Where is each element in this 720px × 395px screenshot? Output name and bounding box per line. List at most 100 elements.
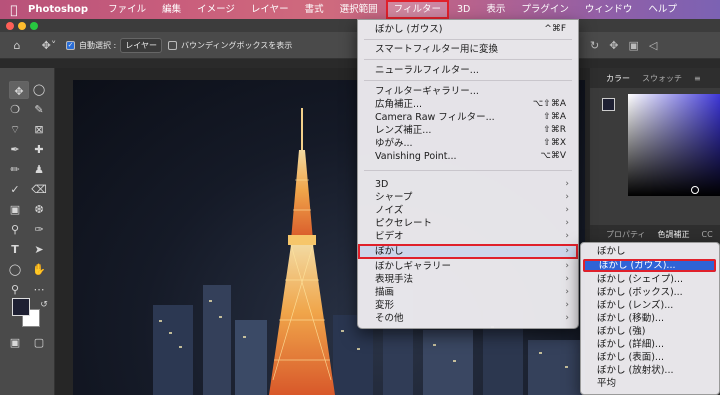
menu-item-neural-filter[interactable]: ニューラルフィルター... <box>358 64 578 77</box>
menu-item-label: 広角補正... <box>375 99 423 110</box>
menu-item-lens-correction[interactable]: レンズ補正... ⇧⌘R <box>358 124 578 137</box>
tab-color[interactable]: カラー <box>600 73 636 84</box>
submenu-blur[interactable]: ぼかし › <box>358 244 578 259</box>
pan-3d-icon[interactable]: ✥ <box>609 39 618 52</box>
menu-layer[interactable]: レイヤー <box>243 0 297 19</box>
gaussian-blur-item[interactable]: ぼかし (ガウス)... <box>583 259 716 272</box>
menu-plugins[interactable]: プラグイン <box>513 0 577 19</box>
frame-tool-icon[interactable]: ⊠ <box>29 121 49 139</box>
menu-type[interactable]: 書式 <box>297 0 332 19</box>
chevron-right-icon: › <box>565 300 569 310</box>
brush-tool-icon[interactable]: ✏ <box>5 161 25 179</box>
submenu-render[interactable]: 描画 › <box>358 286 578 299</box>
zoom-window-button[interactable] <box>30 22 38 30</box>
move-tool-icon[interactable]: ✥ <box>9 81 29 99</box>
auto-select-dropdown[interactable]: レイヤー <box>120 37 163 53</box>
type-tool-icon[interactable]: T <box>5 241 25 259</box>
marquee-tool-icon[interactable]: ◯ <box>29 81 49 99</box>
menu-bar:  Photoshop ファイル 編集 イメージ レイヤー 書式 選択範囲 フィ… <box>0 0 720 19</box>
quick-mask-icon[interactable]: ▣ <box>5 334 25 352</box>
pen-tool-icon[interactable]: ✑ <box>29 221 49 239</box>
zoom-tool-icon[interactable]: ⚲ <box>5 281 25 299</box>
menu-item-filter-gallery[interactable]: フィルターギャラリー... <box>358 85 578 98</box>
menu-separator <box>364 59 572 60</box>
color-picker-field[interactable] <box>628 94 720 196</box>
menu-image[interactable]: イメージ <box>189 0 243 19</box>
dodge-tool-icon[interactable]: ⚲ <box>5 221 25 239</box>
auto-select-checkbox[interactable]: ✓ <box>66 40 75 50</box>
submenu-pixelate[interactable]: ピクセレート › <box>358 217 578 230</box>
menu-help[interactable]: ヘルプ <box>640 0 685 19</box>
radial-blur-item[interactable]: ぼかし (放射状)... <box>581 364 719 377</box>
submenu-distort[interactable]: 変形 › <box>358 299 578 312</box>
box-blur-item[interactable]: ぼかし (ボックス)... <box>581 286 719 299</box>
tab-cc[interactable]: CC <box>696 230 719 239</box>
app-name-menu[interactable]: Photoshop <box>28 4 88 15</box>
path-select-tool-icon[interactable]: ➤ <box>29 241 49 259</box>
menu-edit[interactable]: 編集 <box>154 0 189 19</box>
slide-3d-icon[interactable]: ◁ <box>649 39 657 52</box>
home-icon[interactable]: ⌂ <box>6 39 28 52</box>
submenu-noise[interactable]: ノイズ › <box>358 204 578 217</box>
submenu-video[interactable]: ビデオ › <box>358 230 578 243</box>
menu-item-shortcut: ⇧⌘X <box>543 138 566 148</box>
move-tool-preset-icon[interactable]: ✥˅ <box>38 39 60 52</box>
screen-mode-icon[interactable]: ▢ <box>29 334 49 352</box>
blur-tool-icon[interactable]: ❆ <box>29 201 49 219</box>
menu-file[interactable]: ファイル <box>100 0 154 19</box>
shape-blur-item[interactable]: ぼかし (シェイプ)... <box>581 273 719 286</box>
menu-item-camera-raw[interactable]: Camera Raw フィルター... ⇧⌘A <box>358 111 578 124</box>
lens-blur-item[interactable]: ぼかし (レンズ)... <box>581 299 719 312</box>
hand-tool-icon[interactable]: ✋ <box>29 261 49 279</box>
tab-swatches[interactable]: スウォッチ <box>636 73 688 84</box>
quick-select-tool-icon[interactable]: ✎ <box>29 101 49 119</box>
blur-item[interactable]: ぼかし <box>581 245 719 258</box>
menu-item-label: その他 <box>375 313 404 324</box>
lasso-tool-icon[interactable]: ❍ <box>5 101 25 119</box>
menu-item-label: ビデオ <box>375 231 404 242</box>
panel-fg-color-swatch[interactable] <box>602 98 615 111</box>
auto-select-label: 自動選択 : <box>79 40 117 50</box>
menu-3d[interactable]: 3D <box>449 0 478 19</box>
foreground-color-swatch[interactable] <box>12 298 30 316</box>
history-brush-tool-icon[interactable]: ✓ <box>5 181 25 199</box>
chevron-right-icon: › <box>565 179 569 189</box>
menu-item-smart-filter[interactable]: スマートフィルター用に変換 <box>358 43 578 56</box>
motion-blur-item[interactable]: ぼかし (移動)... <box>581 312 719 325</box>
smart-blur-item[interactable]: ぼかし (詳細)... <box>581 338 719 351</box>
healing-tool-icon[interactable]: ✚ <box>29 141 49 159</box>
menu-select[interactable]: 選択範囲 <box>332 0 386 19</box>
menu-window[interactable]: ウィンドウ <box>577 0 641 19</box>
eraser-tool-icon[interactable]: ⌫ <box>29 181 49 199</box>
minimize-window-button[interactable] <box>18 22 26 30</box>
gradient-tool-icon[interactable]: ▣ <box>5 201 25 219</box>
blur-more-item[interactable]: ぼかし (強) <box>581 325 719 338</box>
menu-item-adaptive-wide-angle[interactable]: 広角補正... ⌥⇧⌘A <box>358 98 578 111</box>
menu-item-last-filter[interactable]: ぼかし (ガウス) ^⌘F <box>358 23 578 36</box>
panel-menu-icon[interactable]: ≡ <box>688 74 707 83</box>
camera-3d-icon[interactable]: ▣ <box>628 39 638 52</box>
close-window-button[interactable] <box>6 22 14 30</box>
average-item[interactable]: 平均 <box>581 377 719 390</box>
stamp-tool-icon[interactable]: ♟ <box>29 161 49 179</box>
menu-view[interactable]: 表示 <box>478 0 513 19</box>
color-picker-handle[interactable] <box>691 186 699 194</box>
submenu-sharpen[interactable]: シャープ › <box>358 191 578 204</box>
tab-properties[interactable]: プロパティ <box>600 229 652 240</box>
bounding-box-checkbox[interactable] <box>168 40 178 50</box>
menu-item-liquify[interactable]: ゆがみ... ⇧⌘X <box>358 137 578 150</box>
shape-tool-icon[interactable]: ◯ <box>5 261 25 279</box>
eyedropper-tool-icon[interactable]: ✒ <box>5 141 25 159</box>
apple-logo-icon[interactable]:  <box>0 3 28 17</box>
tab-adjustments[interactable]: 色調補正 <box>652 229 696 240</box>
crop-tool-icon[interactable]: ⌔ <box>5 121 25 139</box>
surface-blur-item[interactable]: ぼかし (表面)... <box>581 351 719 364</box>
submenu-other[interactable]: その他 › <box>358 312 578 325</box>
submenu-blur-gallery[interactable]: ぼかしギャラリー › <box>358 260 578 273</box>
orbit-icon[interactable]: ↻ <box>590 39 599 52</box>
submenu-stylize[interactable]: 表現手法 › <box>358 273 578 286</box>
submenu-3d[interactable]: 3D › <box>358 178 578 191</box>
chevron-right-icon: › <box>565 313 569 323</box>
menu-item-vanishing-point[interactable]: Vanishing Point... ⌥⌘V <box>358 150 578 163</box>
menu-filter[interactable]: フィルター <box>385 0 449 19</box>
